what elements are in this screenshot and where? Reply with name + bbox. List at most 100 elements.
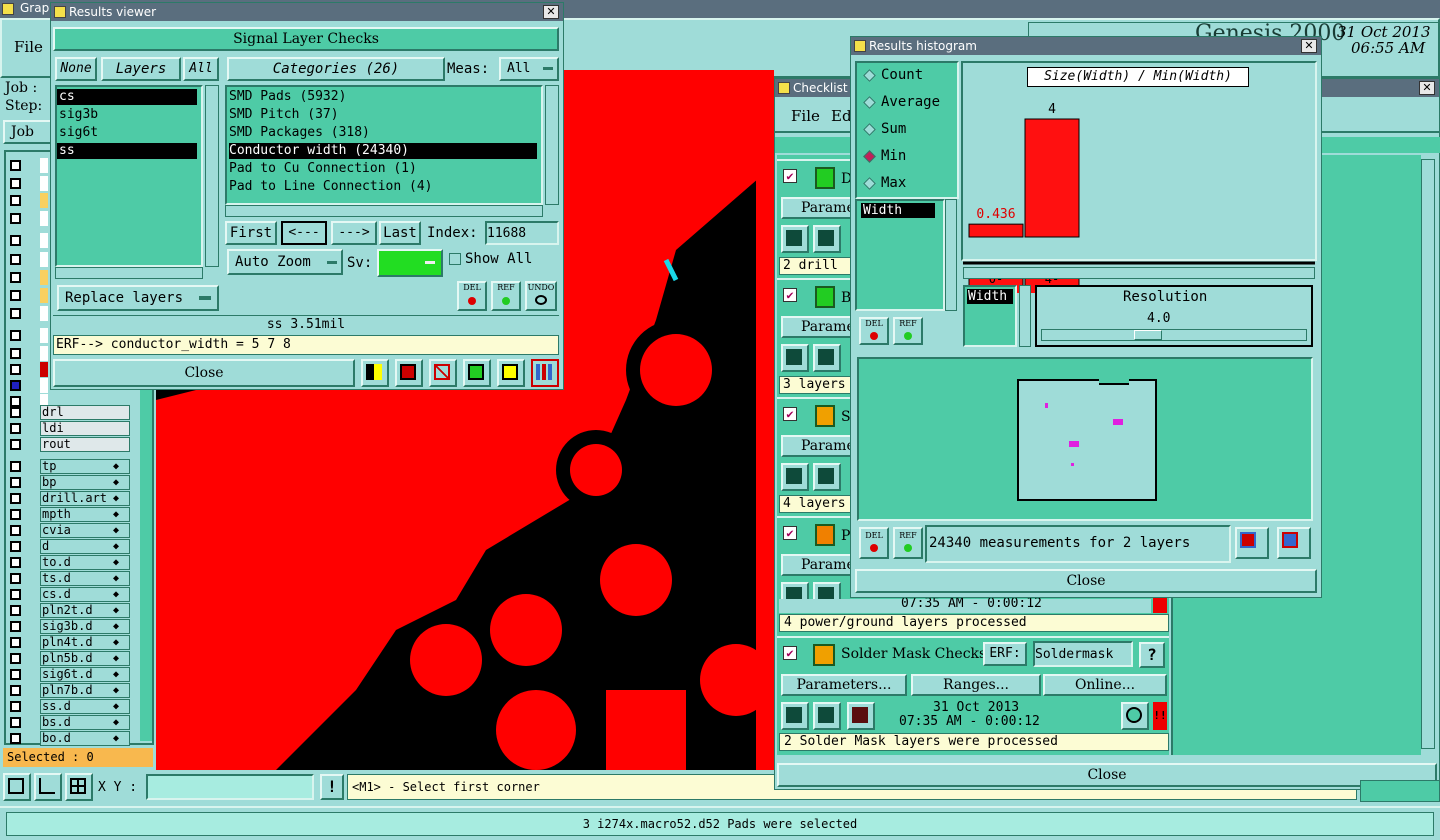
- layers-none-button[interactable]: None: [55, 57, 97, 81]
- layer-checkbox[interactable]: [10, 235, 21, 246]
- layer-row[interactable]: sig6t.d ◆: [8, 667, 148, 682]
- layer-checkbox[interactable]: [10, 717, 21, 728]
- result-layer-item[interactable]: cs: [57, 89, 197, 105]
- grid-icon[interactable]: [65, 773, 93, 801]
- layer-checkbox[interactable]: [10, 701, 21, 712]
- first-button[interactable]: First: [225, 221, 277, 245]
- layer-checkbox[interactable]: [10, 605, 21, 616]
- layer-checkbox[interactable]: [10, 637, 21, 648]
- histogram-close-icon[interactable]: ✕: [1301, 39, 1317, 53]
- result-layer-item[interactable]: sig3b: [57, 107, 197, 123]
- layer-checkbox[interactable]: [10, 213, 21, 224]
- result-layer-item[interactable]: sig6t: [57, 125, 197, 141]
- layer-checkbox[interactable]: [10, 669, 21, 680]
- run-area-icon[interactable]: [813, 344, 841, 372]
- category-item[interactable]: Conductor width (24340): [229, 143, 537, 159]
- viewer-close-button[interactable]: Close: [53, 359, 355, 387]
- run-check-icon[interactable]: [781, 225, 809, 253]
- layer-checkbox[interactable]: [10, 461, 21, 472]
- run-check-icon[interactable]: [781, 463, 809, 491]
- layer-checkbox[interactable]: [10, 439, 21, 450]
- histogram-bar[interactable]: [1024, 118, 1080, 238]
- checklist-close-button[interactable]: Close: [777, 763, 1437, 787]
- category-item[interactable]: SMD Pitch (37): [229, 107, 537, 123]
- category-item[interactable]: Pad to Line Connection (4): [229, 179, 537, 195]
- checklist-row-checkbox[interactable]: ✔: [783, 169, 797, 183]
- layer-row[interactable]: mpth ◆: [8, 507, 148, 522]
- layer-checkbox[interactable]: [10, 407, 21, 418]
- layer-checkbox[interactable]: [10, 348, 21, 359]
- layer-checkbox[interactable]: [10, 160, 21, 171]
- report-icon[interactable]: [497, 359, 525, 387]
- run-check-icon[interactable]: [781, 344, 809, 372]
- width-list-scrollbar[interactable]: [1019, 285, 1031, 347]
- layer-row[interactable]: bo.d ◆: [8, 731, 148, 746]
- layer-row[interactable]: pln4t.d ◆: [8, 635, 148, 650]
- next-button[interactable]: --->: [331, 221, 377, 245]
- aggregation-option[interactable]: Max: [881, 175, 906, 191]
- chart-hscroll[interactable]: [963, 267, 1315, 279]
- undo-button[interactable]: UNDO: [525, 281, 557, 311]
- solder-zoom-icon[interactable]: [1121, 702, 1149, 730]
- hist-del-button[interactable]: DEL: [859, 317, 889, 345]
- solder-help-button[interactable]: ?: [1139, 642, 1165, 668]
- import-icon[interactable]: [1277, 527, 1311, 559]
- zoom-fit-icon[interactable]: [3, 773, 31, 801]
- aggregation-option[interactable]: Average: [881, 94, 940, 110]
- categories-scrollbar[interactable]: [545, 85, 559, 205]
- checklist-row-checkbox[interactable]: ✔: [783, 288, 797, 302]
- return-icon[interactable]: [395, 359, 423, 387]
- checklist-menu-edit[interactable]: Ed: [831, 107, 852, 125]
- categories-hscroll[interactable]: [225, 205, 543, 217]
- histogram-icon[interactable]: [531, 359, 559, 387]
- sv-color-select[interactable]: [377, 249, 443, 277]
- layer-checkbox[interactable]: [10, 733, 21, 744]
- aggregation-option[interactable]: Count: [881, 67, 923, 83]
- layer-checkbox[interactable]: [10, 364, 21, 375]
- layer-row[interactable]: drill.art ◆: [8, 491, 148, 506]
- layer-row[interactable]: to.d ◆: [8, 555, 148, 570]
- layers-list-hscroll[interactable]: [55, 267, 203, 279]
- checklist-scrollbar[interactable]: [1421, 159, 1435, 749]
- layer-color-icon[interactable]: [361, 359, 389, 387]
- layers-list-scrollbar[interactable]: [205, 85, 219, 267]
- layer-checkbox[interactable]: [10, 330, 21, 341]
- export-icon[interactable]: [1235, 527, 1269, 559]
- layer-row[interactable]: bp ◆: [8, 475, 148, 490]
- resolution-slider-thumb[interactable]: [1134, 330, 1162, 340]
- job-button[interactable]: Job: [3, 120, 53, 144]
- solder-online-button[interactable]: Online...: [1043, 674, 1167, 696]
- layer-checkbox[interactable]: [10, 493, 21, 504]
- replace-layers-button[interactable]: Replace layers: [57, 285, 219, 311]
- category-item[interactable]: SMD Packages (318): [229, 125, 537, 141]
- prev-button[interactable]: <---: [281, 221, 327, 245]
- alert-button[interactable]: !: [320, 774, 344, 800]
- category-item[interactable]: SMD Pads (5932): [229, 89, 537, 105]
- xy-input[interactable]: [146, 774, 314, 800]
- checklist-close-icon[interactable]: ✕: [1419, 81, 1435, 95]
- layer-checkbox[interactable]: [10, 573, 21, 584]
- layers-all-button[interactable]: All: [183, 57, 219, 81]
- result-layer-item[interactable]: ss: [57, 143, 197, 159]
- layer-row[interactable]: cs.d ◆: [8, 587, 148, 602]
- layer-checkbox[interactable]: [10, 380, 21, 391]
- solder-checkbox[interactable]: ✔: [783, 646, 797, 660]
- run-area-icon[interactable]: [813, 463, 841, 491]
- layer-row[interactable]: ts.d ◆: [8, 571, 148, 586]
- solder-run-sel-icon[interactable]: [847, 702, 875, 730]
- field-item-width[interactable]: Width: [861, 203, 935, 218]
- layer-checkbox[interactable]: [10, 178, 21, 189]
- layer-checkbox[interactable]: [10, 290, 21, 301]
- last-button[interactable]: Last: [379, 221, 421, 245]
- layer-checkbox[interactable]: [10, 621, 21, 632]
- layer-checkbox[interactable]: [10, 653, 21, 664]
- layer-row[interactable]: tp ◆: [8, 459, 148, 474]
- aggregation-option[interactable]: Sum: [881, 121, 906, 137]
- show-all-checkbox[interactable]: [449, 253, 461, 265]
- index-input[interactable]: [485, 221, 559, 245]
- one-two-icon[interactable]: [463, 359, 491, 387]
- solder-parameters-button[interactable]: Parameters...: [781, 674, 907, 696]
- layer-checkbox[interactable]: [10, 423, 21, 434]
- solder-run-icon[interactable]: [781, 702, 809, 730]
- checklist-menu-file[interactable]: File: [791, 107, 820, 125]
